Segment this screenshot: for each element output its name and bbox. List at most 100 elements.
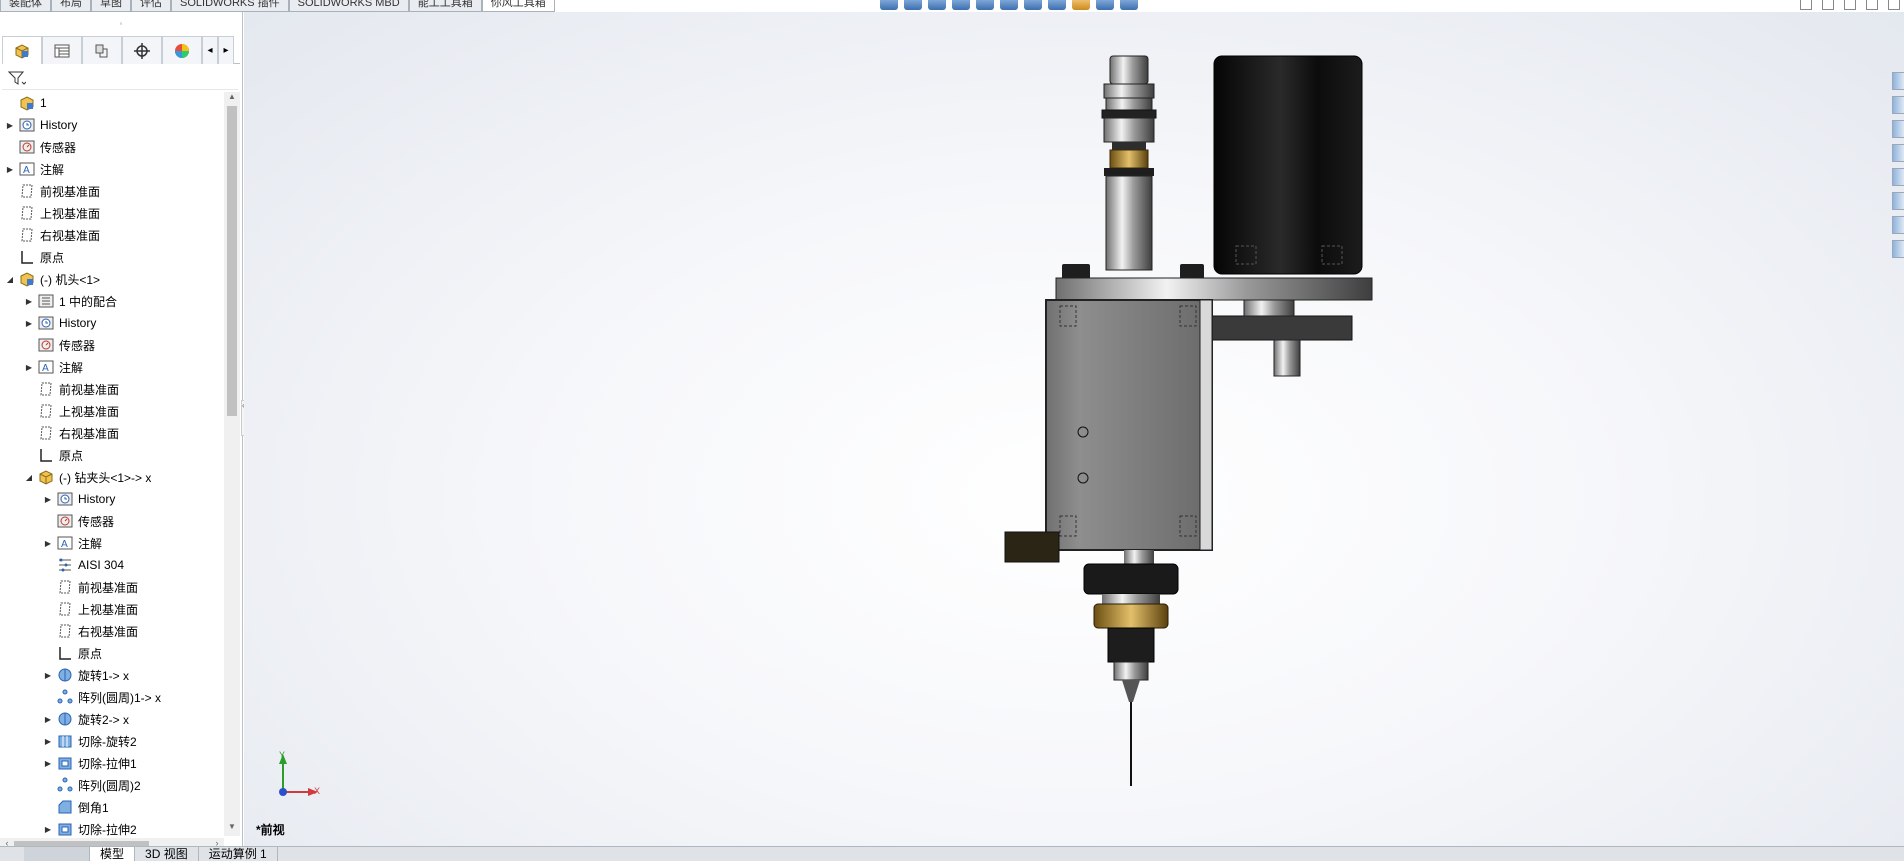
view-settings-icon[interactable] xyxy=(1120,0,1138,10)
feature-manager-tab[interactable] xyxy=(2,36,42,64)
zoom-to-fit-icon[interactable] xyxy=(880,0,898,10)
cut-revolve-icon xyxy=(56,733,74,749)
view-orientation-icon[interactable] xyxy=(1000,0,1018,10)
minimize-icon[interactable] xyxy=(1844,0,1856,10)
panel-grip[interactable]: ◦ xyxy=(0,12,242,34)
tree-item[interactable]: ▶ History xyxy=(0,114,224,136)
appearances-icon[interactable] xyxy=(1892,168,1904,186)
collapse-arrow-icon[interactable]: ◢ xyxy=(4,275,16,284)
expand-arrow-icon[interactable]: ▶ xyxy=(42,759,54,768)
tab-navigation-arrows[interactable] xyxy=(24,847,90,861)
apply-scene-icon[interactable] xyxy=(1096,0,1114,10)
property-manager-tab[interactable] xyxy=(42,36,82,64)
expand-arrow-icon[interactable]: ▶ xyxy=(23,319,35,328)
expand-arrow-icon[interactable]: ▶ xyxy=(42,539,54,548)
previous-view-icon[interactable] xyxy=(928,0,946,10)
expand-arrow-icon[interactable]: ▶ xyxy=(42,495,54,504)
hide-show-items-icon[interactable] xyxy=(1048,0,1066,10)
tree-item[interactable]: 原点 xyxy=(0,444,224,466)
tree-item[interactable]: ▶ 切除-拉伸2 xyxy=(0,818,224,837)
tree-item[interactable]: ▶ History xyxy=(0,488,224,510)
tree-item[interactable]: ▶ History xyxy=(0,312,224,334)
expand-arrow-icon[interactable]: ▶ xyxy=(4,121,16,130)
command-tab[interactable]: SOLIDWORKS MBD xyxy=(288,0,409,12)
command-tab[interactable]: 评估 xyxy=(131,0,171,12)
expand-arrow-icon[interactable]: ▶ xyxy=(4,165,16,174)
tree-filter[interactable] xyxy=(2,66,238,90)
scroll-up-icon[interactable]: ▲ xyxy=(224,92,240,106)
tree-item[interactable]: 传感器 xyxy=(0,510,224,532)
tree-item[interactable]: 前视基准面 xyxy=(0,378,224,400)
tree-item[interactable]: ▶ 切除-旋转2 xyxy=(0,730,224,752)
tree-item[interactable]: 原点 xyxy=(0,246,224,268)
expand-arrow-icon[interactable]: ▶ xyxy=(23,363,35,372)
bottom-tab[interactable]: 3D 视图 xyxy=(135,847,199,861)
assembly-icon xyxy=(18,95,36,111)
tree-item[interactable]: ▶ 切除-拉伸1 xyxy=(0,752,224,774)
tree-item[interactable]: 倒角1 xyxy=(0,796,224,818)
custom-properties-icon[interactable] xyxy=(1892,192,1904,210)
tree-item[interactable]: 传感器 xyxy=(0,136,224,158)
scroll-down-icon[interactable]: ▼ xyxy=(224,822,240,836)
graphics-area[interactable]: Y X *前视 xyxy=(244,12,1904,846)
command-tab[interactable]: 草图 xyxy=(91,0,131,12)
display-manager-tab[interactable] xyxy=(162,36,202,64)
tree-item[interactable]: 右视基准面 xyxy=(0,620,224,642)
display-style-icon[interactable] xyxy=(1024,0,1042,10)
command-tab[interactable]: SOLIDWORKS 插件 xyxy=(171,0,289,12)
tree-item[interactable]: 右视基准面 xyxy=(0,224,224,246)
file-explorer-icon[interactable] xyxy=(1892,120,1904,138)
view-palette-icon[interactable] xyxy=(1892,144,1904,162)
expand-arrow-icon[interactable]: ▶ xyxy=(42,715,54,724)
tab-scroll-left[interactable]: ◂ xyxy=(202,36,218,64)
expand-arrow-icon[interactable]: ▶ xyxy=(42,825,54,834)
tree-item[interactable]: ▶ A 注解 xyxy=(0,356,224,378)
tile-left-icon[interactable] xyxy=(1800,0,1812,10)
tree-item[interactable]: ◢ (-) 机头<1> xyxy=(0,268,224,290)
configuration-manager-tab[interactable] xyxy=(82,36,122,64)
edit-appearance-icon[interactable] xyxy=(1072,0,1090,10)
tree-item[interactable]: 前视基准面 xyxy=(0,180,224,202)
tree-item[interactable]: 阵列(圆周)1-> x xyxy=(0,686,224,708)
tree-item[interactable]: 上视基准面 xyxy=(0,202,224,224)
tile-right-icon[interactable] xyxy=(1822,0,1834,10)
command-tab[interactable]: 装配体 xyxy=(0,0,51,12)
tree-item[interactable]: 上视基准面 xyxy=(0,400,224,422)
expand-arrow-icon[interactable]: ▶ xyxy=(42,737,54,746)
tree-item[interactable]: ▶ 旋转1-> x xyxy=(0,664,224,686)
forum-icon[interactable] xyxy=(1892,216,1904,234)
tree-item[interactable]: 右视基准面 xyxy=(0,422,224,444)
tree-item[interactable]: 传感器 xyxy=(0,334,224,356)
command-tab[interactable]: 布局 xyxy=(51,0,91,12)
vertical-scroll-thumb[interactable] xyxy=(227,106,237,416)
settings-icon[interactable] xyxy=(1892,240,1904,258)
collapse-arrow-icon[interactable]: ◢ xyxy=(23,473,35,482)
command-tab[interactable]: 你风工具箱 xyxy=(481,0,555,12)
tree-item[interactable]: 1 xyxy=(0,92,224,114)
tree-item[interactable]: AISI 304 xyxy=(0,554,224,576)
expand-arrow-icon[interactable]: ▶ xyxy=(23,297,35,306)
dimxpert-manager-tab[interactable] xyxy=(122,36,162,64)
section-view-icon[interactable] xyxy=(952,0,970,10)
solidworks-resources-icon[interactable] xyxy=(1892,72,1904,90)
close-icon[interactable] xyxy=(1888,0,1900,10)
design-library-icon[interactable] xyxy=(1892,96,1904,114)
tree-item[interactable]: ◢ (-) 钻夹头<1>-> x xyxy=(0,466,224,488)
expand-arrow-icon[interactable]: ▶ xyxy=(42,671,54,680)
tree-item[interactable]: 阵列(圆周)2 xyxy=(0,774,224,796)
dynamic-annotation-icon[interactable] xyxy=(976,0,994,10)
tree-item[interactable]: 上视基准面 xyxy=(0,598,224,620)
restore-icon[interactable] xyxy=(1866,0,1878,10)
tree-item[interactable]: 原点 xyxy=(0,642,224,664)
tree-item[interactable]: ▶ 旋转2-> x xyxy=(0,708,224,730)
tree-item[interactable]: ▶ A 注解 xyxy=(0,158,224,180)
bottom-tab[interactable]: 模型 xyxy=(90,847,136,861)
zoom-to-area-icon[interactable] xyxy=(904,0,922,10)
command-tab[interactable]: 能工工具箱 xyxy=(408,0,482,12)
tree-item[interactable]: ▶ A 注解 xyxy=(0,532,224,554)
tree-vertical-scrollbar[interactable]: ▲ ▼ xyxy=(224,92,240,836)
tree-item[interactable]: ▶ 1 中的配合 xyxy=(0,290,224,312)
tab-scroll-right[interactable]: ▸ xyxy=(218,36,234,64)
bottom-tab[interactable]: 运动算例 1 xyxy=(199,847,278,861)
tree-item[interactable]: 前视基准面 xyxy=(0,576,224,598)
